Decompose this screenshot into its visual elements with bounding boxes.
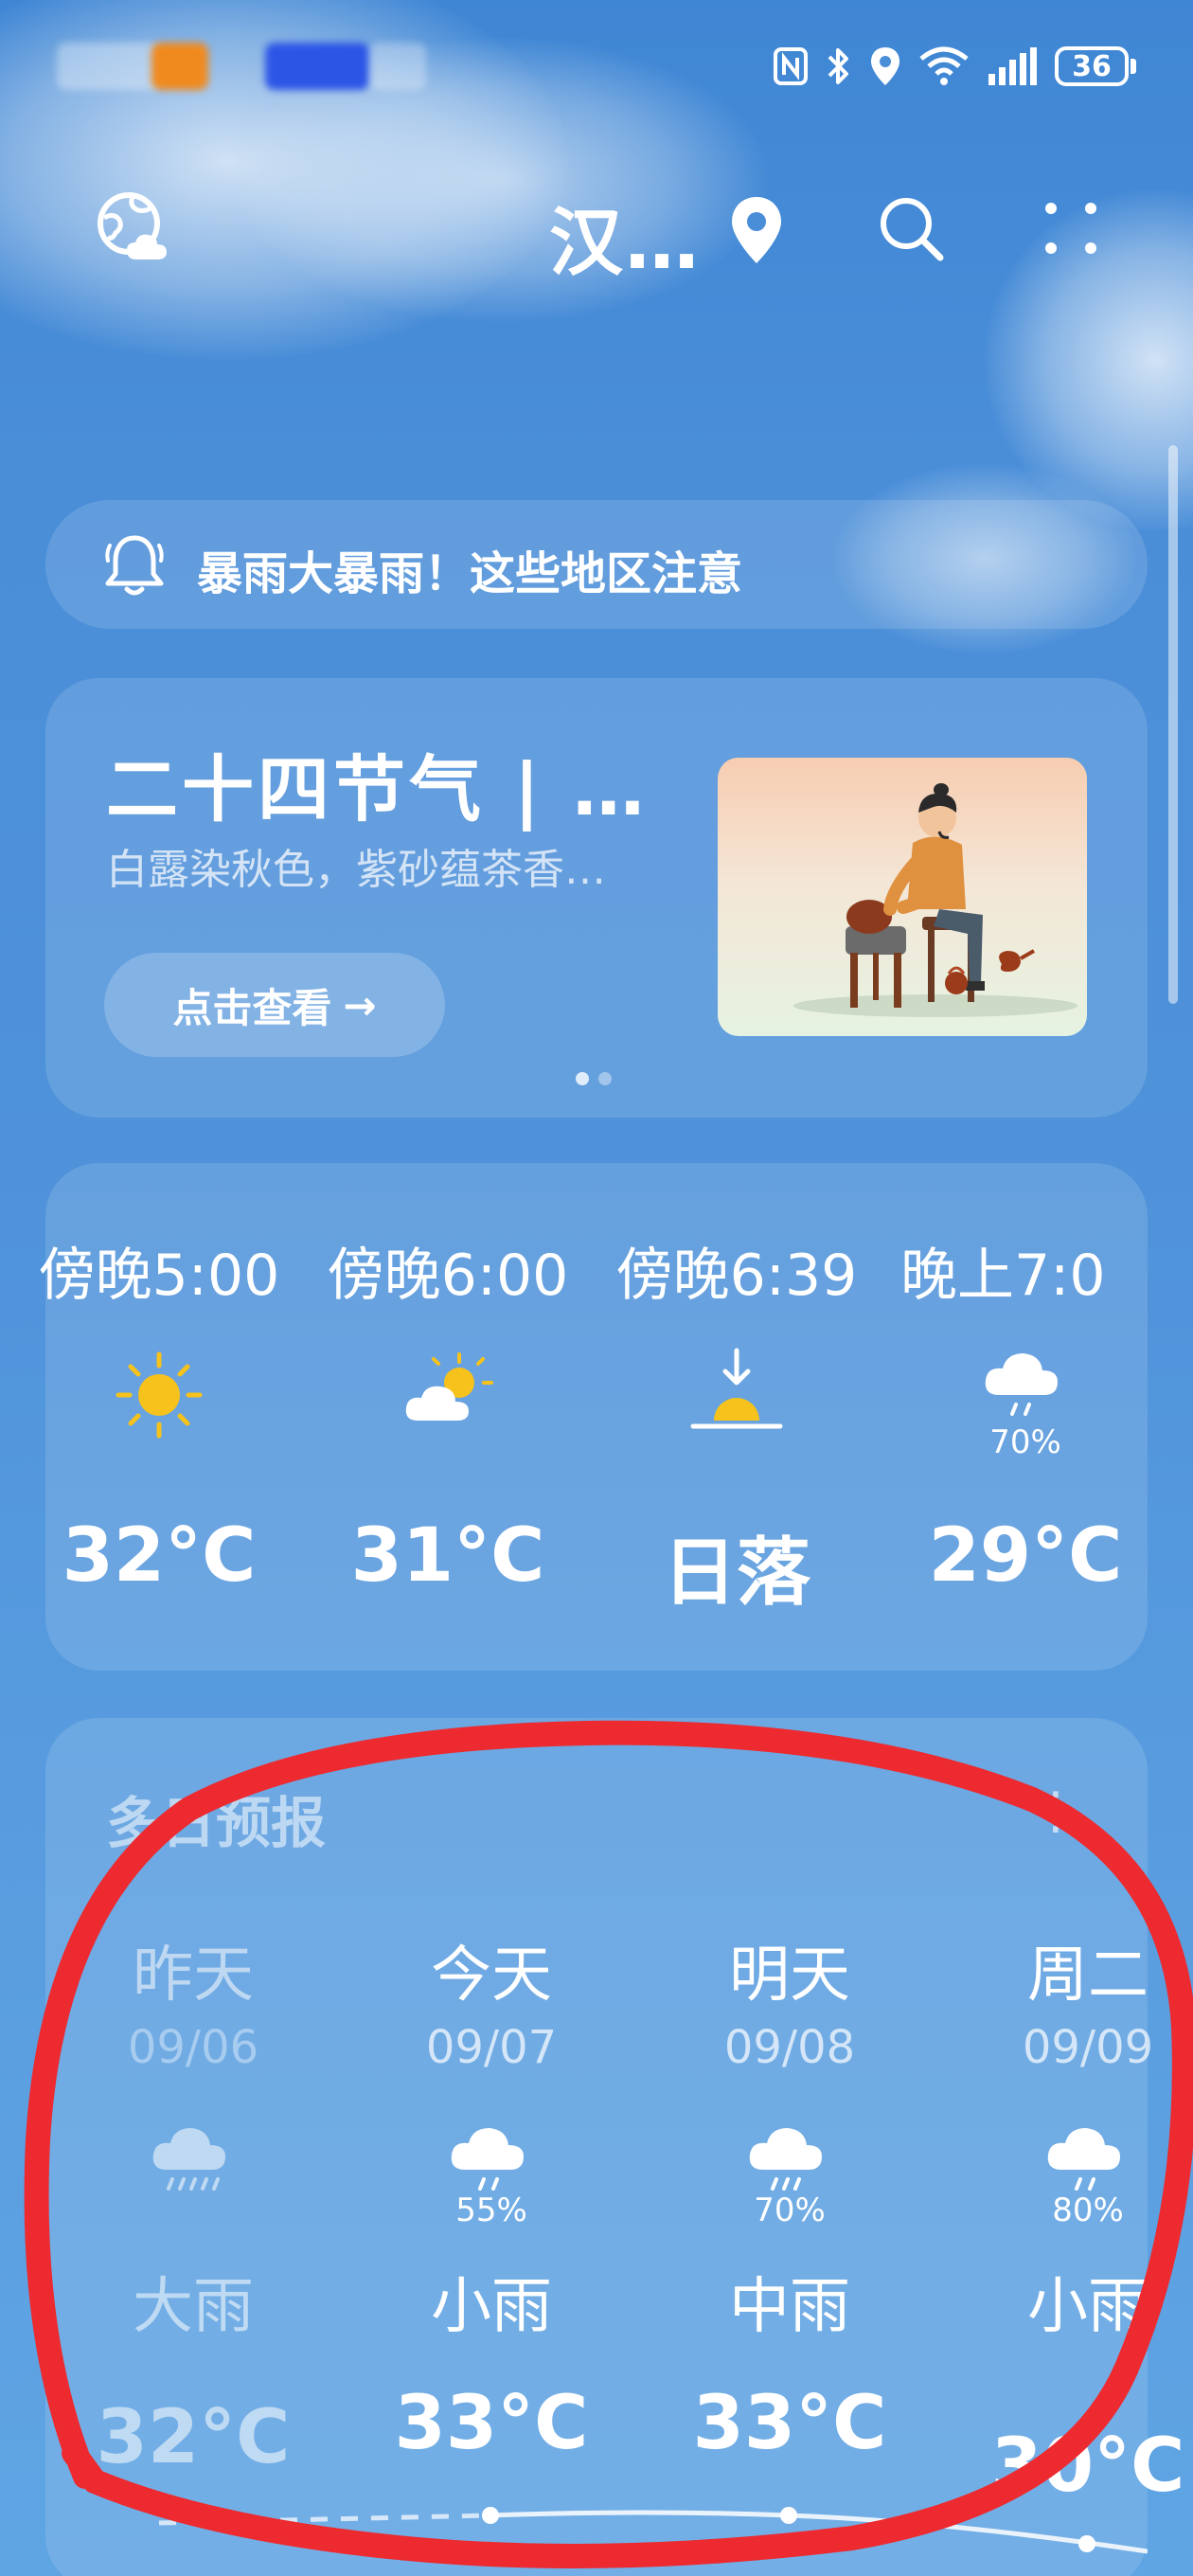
carousel-indicator: [576, 1072, 612, 1085]
hourly-forecast-card[interactable]: 傍晚5:00 32°C 傍晚6:00 31°C 傍晚6:39 日落 晚上7:0 …: [39, 1163, 1148, 1671]
forecast-day-label: 周二: [1027, 1941, 1148, 2011]
carousel-dot-active: [576, 1072, 589, 1085]
weather-alert-banner[interactable]: 暴雨大暴雨！这些地区注意: [45, 500, 1148, 629]
trend-point: [780, 2507, 797, 2524]
hourly-temp: 32°C: [62, 1513, 257, 1599]
forecast-day-label: 今天: [431, 1941, 552, 2011]
search-icon[interactable]: [876, 193, 946, 263]
hourly-time: 傍晚5:00: [38, 1243, 280, 1309]
forecast-date: 09/07: [425, 2021, 558, 2074]
forecast-precip: 70%: [754, 2191, 826, 2229]
forecast-precip: 80%: [1052, 2191, 1124, 2229]
trend-point: [482, 2507, 499, 2524]
temperature-trend-line: [158, 2507, 1148, 2554]
forecast-more-icon[interactable]: ⋮: [1030, 1780, 1081, 1840]
city-name[interactable]: 汉…: [549, 184, 701, 290]
battery-icon: 36: [1055, 46, 1136, 86]
view-details-label: 点击查看: [172, 984, 332, 1031]
bluetooth-icon: [828, 48, 848, 84]
location-icon: [871, 47, 899, 85]
hourly-time: 傍晚6:00: [327, 1243, 569, 1309]
promo-title: 二十四节气 | …: [106, 747, 649, 832]
blurred-notification-icons: [369, 43, 426, 90]
forecast-condition: 中雨: [729, 2272, 850, 2342]
solar-term-promo-card[interactable]: 二十四节气 | … 白露染秋色，紫砂蕴茶香… 点击查看 →: [45, 678, 1148, 1118]
location-pin-icon[interactable]: [729, 195, 784, 265]
moderate-rain-icon: [749, 2128, 822, 2191]
globe-cloud-icon[interactable]: [95, 189, 170, 265]
weather-app-screen: 36 汉… 暴雨大暴雨！这些地区注意 二十四节气 | … 白露染秋色，紫砂蕴茶香…: [0, 0, 1193, 2576]
light-rain-icon: [985, 1353, 1058, 1416]
forecast-high-temp: 33°C: [692, 2381, 887, 2466]
light-rain-icon: [451, 2128, 524, 2191]
view-details-button[interactable]: 点击查看 →: [104, 953, 445, 1057]
app-header: 汉…: [0, 170, 1193, 294]
trend-point: [1078, 2535, 1095, 2552]
forecast-date: 09/08: [723, 2021, 856, 2074]
hourly-time: 傍晚6:39: [615, 1243, 858, 1309]
partly-cloudy-icon: [405, 1352, 493, 1421]
forecast-high-temp: 33°C: [394, 2381, 589, 2466]
sun-icon: [116, 1351, 203, 1439]
battery-tip: [1131, 59, 1136, 74]
tea-potter-illustration[interactable]: [718, 758, 1087, 1036]
sunset-icon: [690, 1348, 783, 1429]
hourly-temp: 日落: [662, 1530, 810, 1616]
hourly-time: 晚上7:0: [900, 1243, 1106, 1309]
forecast-date: 09/09: [1022, 2021, 1154, 2074]
promo-subtitle: 白露染秋色，紫砂蕴茶香…: [106, 846, 606, 894]
tea-potter-drawing: [793, 783, 1077, 1017]
forecast-date: 09/06: [127, 2021, 259, 2074]
light-rain-icon: [1047, 2128, 1120, 2191]
forecast-condition: 小雨: [431, 2272, 552, 2342]
forecast-condition: 小雨: [1027, 2272, 1148, 2342]
hourly-temp: 29°C: [928, 1513, 1123, 1599]
hourly-precip: 70%: [989, 1423, 1061, 1461]
scrollbar[interactable]: [1168, 445, 1178, 1004]
signal-icon: [988, 47, 1037, 85]
blurred-notification-icons: [151, 43, 208, 90]
bell-icon: [105, 535, 164, 596]
more-icon[interactable]: [1042, 199, 1100, 258]
arrow-right-icon: →: [343, 981, 377, 1029]
multi-day-forecast-card[interactable]: 多日预报 ⋮ 昨天 09/06 大雨 32°C 今天 09/07 55% 小雨 …: [45, 1718, 1184, 2576]
nfc-icon: [774, 47, 808, 85]
forecast-day-label: 明天: [729, 1941, 850, 2011]
alert-text: 暴雨大暴雨！这些地区注意: [197, 547, 743, 600]
forecast-condition: 大雨: [133, 2272, 254, 2342]
carousel-dot: [598, 1072, 612, 1085]
hourly-temp: 31°C: [350, 1513, 545, 1599]
status-icons: 36: [773, 45, 1136, 87]
status-bar: 36: [0, 0, 1193, 133]
battery-level: 36: [1055, 46, 1129, 86]
forecast-title: 多日预报: [106, 1791, 327, 1855]
blurred-notification-icons: [57, 43, 161, 90]
heavy-rain-icon: [152, 2128, 225, 2191]
forecast-precip: 55%: [455, 2191, 527, 2229]
wifi-icon: [919, 46, 969, 85]
forecast-day-label: 昨天: [133, 1941, 254, 2011]
blurred-notification-icons: [265, 43, 369, 90]
